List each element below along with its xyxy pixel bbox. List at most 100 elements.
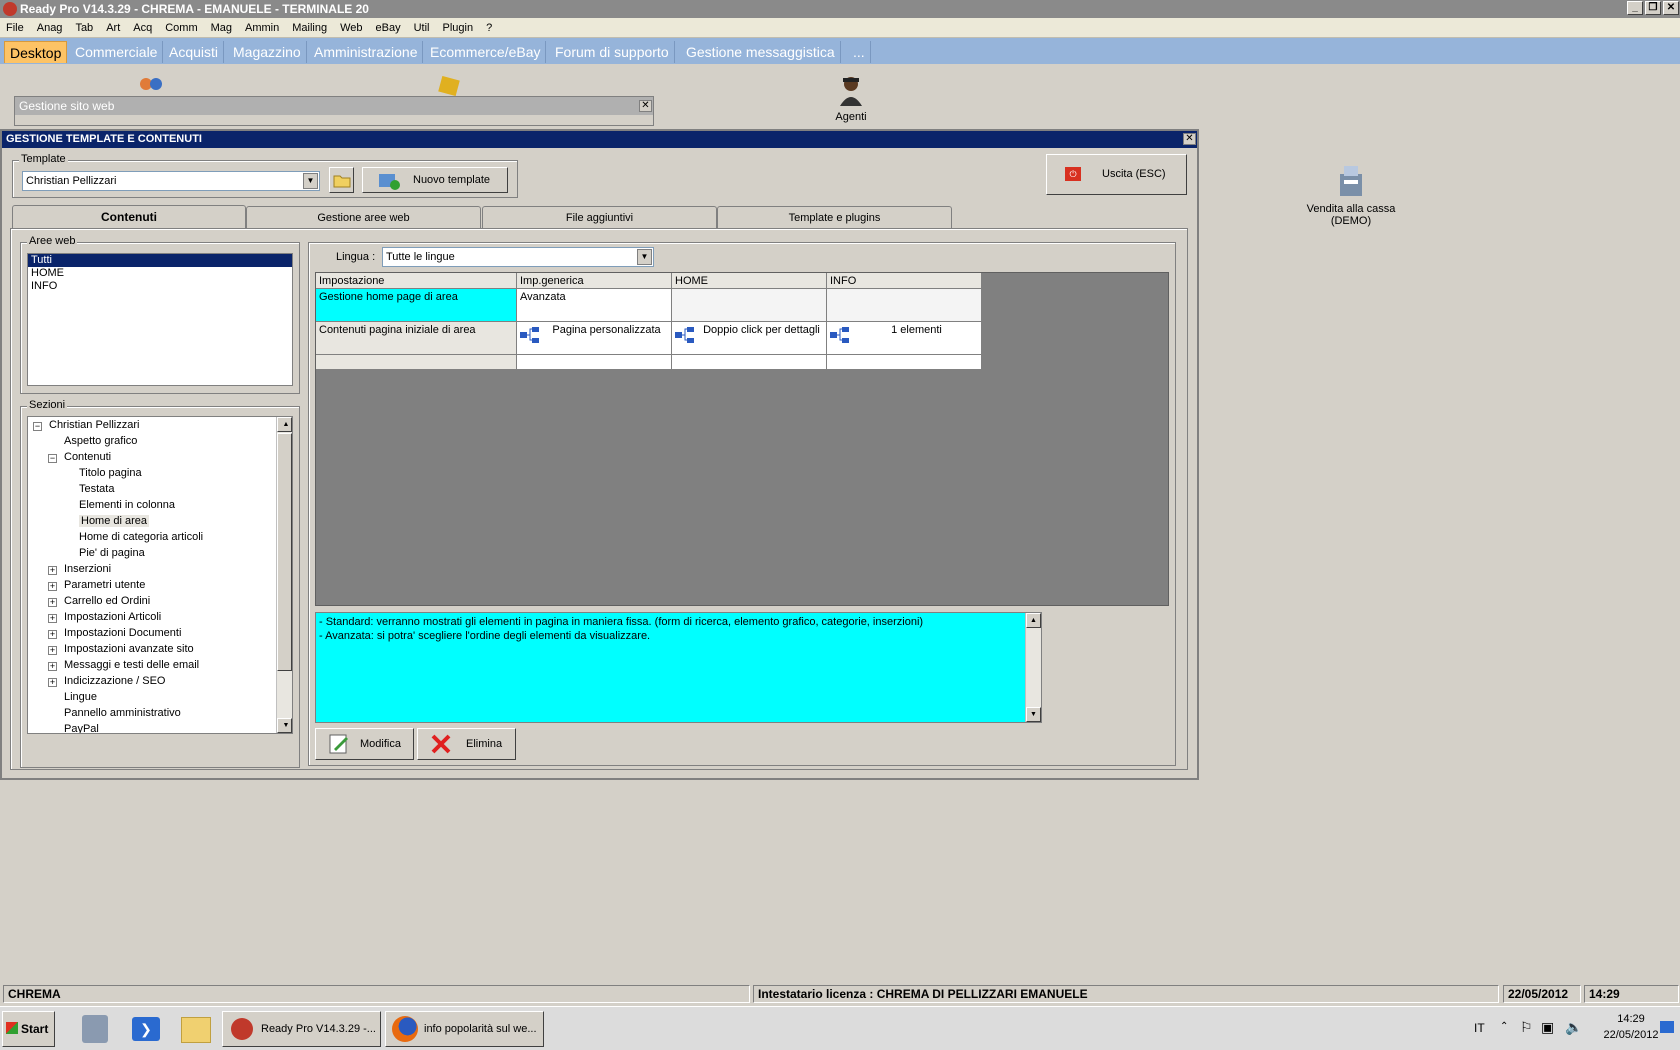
lingua-select[interactable]: Tutte le lingue ▼ [382, 247, 654, 267]
menu-comm[interactable]: Comm [159, 18, 204, 38]
powershell-icon[interactable]: ❯ [132, 1017, 160, 1041]
close-button[interactable]: ✕ [1663, 1, 1679, 15]
tree-item[interactable]: Pannello amministrativo [61, 707, 181, 720]
tab-ecommerce-ebay[interactable]: Ecommerce/eBay [425, 41, 547, 63]
table-row-cell[interactable] [672, 355, 827, 370]
tab-file-aggiuntivi[interactable]: File aggiuntivi [482, 206, 717, 228]
grid-header-home[interactable]: HOME [672, 273, 827, 289]
description-box[interactable]: - Standard: verranno mostrati gli elemen… [315, 612, 1042, 723]
collapse-icon[interactable]: − [33, 422, 42, 431]
tab-messaggistica[interactable]: Gestione messaggistica [681, 41, 841, 63]
expand-icon[interactable]: + [48, 614, 57, 623]
list-item[interactable]: HOME [28, 267, 292, 280]
menu-mailing[interactable]: Mailing [286, 18, 334, 38]
menu-tab[interactable]: Tab [69, 18, 100, 38]
show-desktop-icon[interactable] [1660, 1021, 1674, 1033]
chevron-down-icon[interactable]: ▼ [303, 173, 318, 189]
tree-item[interactable]: − Christian Pellizzari [33, 419, 139, 432]
menu-help[interactable]: ? [480, 18, 499, 38]
tree-item[interactable]: Pie' di pagina [76, 547, 145, 560]
description-scrollbar[interactable]: ▲ ▼ [1025, 613, 1041, 722]
list-item[interactable]: Tutti [28, 254, 292, 267]
tree-item[interactable]: PayPal [61, 723, 99, 733]
tree-item[interactable]: + Impostazioni Documenti [48, 627, 181, 640]
expand-icon[interactable]: + [48, 646, 57, 655]
table-row-cell[interactable]: Avanzata [517, 289, 672, 322]
show-hidden-icons[interactable]: ⌃ [1500, 1021, 1508, 1032]
template-select[interactable]: Christian Pellizzari ▼ [22, 171, 320, 191]
list-item[interactable]: INFO [28, 280, 292, 293]
tab-commerciale[interactable]: Commerciale [70, 41, 164, 63]
scroll-down-icon[interactable]: ▼ [1026, 707, 1041, 722]
tree-scrollbar[interactable]: ▲ ▼ [276, 417, 292, 733]
menu-util[interactable]: Util [408, 18, 437, 38]
menu-file[interactable]: File [0, 18, 31, 38]
tree-item[interactable]: − Contenuti [48, 451, 111, 464]
flag-icon[interactable]: ⚐ [1520, 1019, 1533, 1036]
grid-header-imp-generica[interactable]: Imp.generica [517, 273, 672, 289]
tab-desktop[interactable]: Desktop [4, 41, 68, 63]
table-row-cell[interactable]: 1 elementi [827, 322, 982, 355]
menu-ebay[interactable]: eBay [370, 18, 408, 38]
network-icon[interactable]: ▣ [1541, 1019, 1554, 1036]
table-row-cell[interactable]: Contenuti pagina iniziale di area [316, 322, 517, 355]
tree-item[interactable]: Home di area [76, 515, 150, 528]
tree-item[interactable]: Lingue [61, 691, 97, 704]
minimize-button[interactable]: _ [1627, 1, 1643, 15]
table-row-cell[interactable]: Pagina personalizzata [517, 322, 672, 355]
tree-item[interactable]: + Impostazioni avanzate sito [48, 643, 194, 656]
table-row-cell[interactable]: Doppio click per dettagli [672, 322, 827, 355]
taskbar-item-readypro[interactable]: Ready Pro V14.3.29 -... [222, 1011, 381, 1047]
elimina-button[interactable]: Elimina [417, 728, 516, 760]
explorer-folder-icon[interactable] [181, 1017, 211, 1043]
aree-web-list[interactable]: Tutti HOME INFO [27, 253, 293, 386]
bg-dialog-close-button[interactable]: ✕ [639, 100, 652, 112]
table-row-cell[interactable] [827, 355, 982, 370]
volume-icon[interactable]: 🔈 [1565, 1019, 1582, 1036]
chevron-down-icon[interactable]: ▼ [637, 249, 652, 265]
table-row-cell[interactable] [827, 289, 982, 322]
grid-header-info[interactable]: INFO [827, 273, 982, 289]
menu-anag[interactable]: Anag [31, 18, 70, 38]
menu-web[interactable]: Web [334, 18, 369, 38]
tree-item[interactable]: + Inserzioni [48, 563, 111, 576]
tab-forum[interactable]: Forum di supporto [550, 41, 675, 63]
expand-icon[interactable]: + [48, 678, 57, 687]
tab-amministrazione[interactable]: Amministrazione [309, 41, 424, 63]
clock-date[interactable]: 22/05/2012 [1592, 1029, 1670, 1041]
sezioni-tree[interactable]: − Christian Pellizzari Aspetto grafico − Con… [27, 416, 293, 734]
tab-contenuti[interactable]: Contenuti [12, 205, 246, 229]
desktop-icon-vendita[interactable]: Vendita alla cassa (DEMO) [1296, 162, 1406, 227]
tree-item[interactable]: Aspetto grafico [61, 435, 137, 448]
expand-icon[interactable]: + [48, 662, 57, 671]
restore-button[interactable]: ❐ [1645, 1, 1661, 15]
collapse-icon[interactable]: − [48, 454, 57, 463]
expand-icon[interactable]: + [48, 582, 57, 591]
menu-acq[interactable]: Acq [127, 18, 159, 38]
tab-magazzino[interactable]: Magazzino [228, 41, 307, 63]
table-row-cell[interactable] [316, 355, 517, 370]
menu-plugin[interactable]: Plugin [437, 18, 481, 38]
start-button[interactable]: Start [2, 1011, 55, 1047]
grid-header-impostazione[interactable]: Impostazione [316, 273, 517, 289]
scroll-down-icon[interactable]: ▼ [277, 718, 292, 733]
scroll-thumb[interactable] [277, 433, 292, 671]
menu-mag[interactable]: Mag [205, 18, 239, 38]
computer-icon[interactable] [82, 1015, 108, 1043]
desktop-icon-agenti[interactable]: Agenti [816, 74, 886, 123]
tree-item[interactable]: + Messaggi e testi delle email [48, 659, 199, 672]
tree-item[interactable]: Home di categoria articoli [76, 531, 203, 544]
expand-icon[interactable]: + [48, 598, 57, 607]
tab-acquisti[interactable]: Acquisti [164, 41, 225, 63]
tree-item[interactable]: + Indicizzazione / SEO [48, 675, 166, 688]
table-row-cell[interactable] [672, 289, 827, 322]
tree-item[interactable]: + Carrello ed Ordini [48, 595, 150, 608]
scroll-up-icon[interactable]: ▲ [277, 417, 292, 432]
table-row-cell[interactable]: Gestione home page di area [316, 289, 517, 322]
clock-time[interactable]: 14:29 [1606, 1013, 1656, 1025]
tab-gestione-aree-web[interactable]: Gestione aree web [246, 206, 481, 228]
tree-item[interactable]: + Impostazioni Articoli [48, 611, 161, 624]
open-folder-button[interactable] [329, 167, 354, 193]
settings-grid[interactable]: Impostazione Imp.generica HOME INFO Gest… [315, 272, 1169, 606]
modifica-button[interactable]: Modifica [315, 728, 414, 760]
